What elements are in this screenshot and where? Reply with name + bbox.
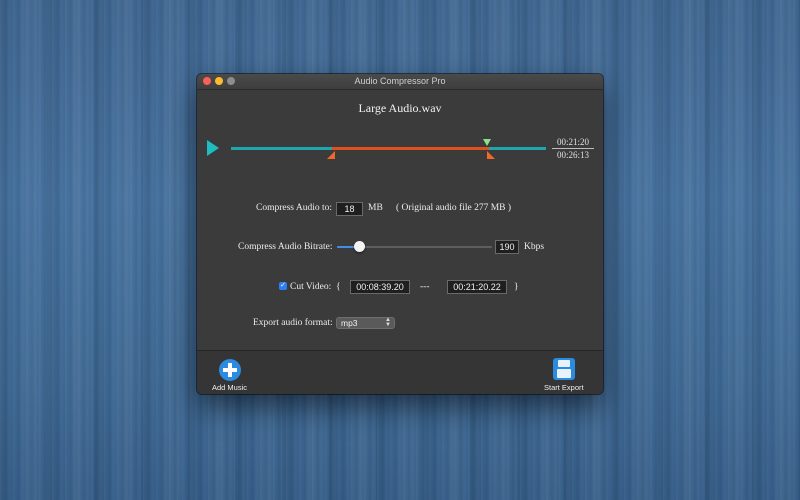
compress-size-unit: MB [368, 203, 383, 213]
cut-separator: --- [420, 282, 430, 292]
timeline-selection [332, 147, 489, 150]
bitrate-slider-knob[interactable] [354, 241, 365, 252]
app-window: Audio Compressor Pro Large Audio.wav 00:… [197, 74, 603, 394]
export-format-value: mp3 [341, 318, 358, 328]
trim-end-handle[interactable] [487, 151, 495, 159]
playhead-marker-icon[interactable] [482, 139, 492, 147]
title-bar: Audio Compressor Pro [197, 74, 603, 90]
open-brace: { [336, 282, 341, 292]
compress-size-label: Compress Audio to: [256, 203, 333, 213]
file-name: Large Audio.wav [358, 101, 442, 115]
footer-toolbar: Add Music Start Export [197, 350, 603, 394]
cut-end-input[interactable]: 00:21:20.22 [447, 280, 507, 294]
compress-size-input[interactable]: 18 [336, 202, 363, 216]
export-format-label: Export audio format: [253, 318, 333, 328]
cut-start-input[interactable]: 00:08:39.20 [350, 280, 410, 294]
start-export-icon[interactable] [553, 358, 575, 380]
window-title: Audio Compressor Pro [354, 76, 446, 86]
select-arrows-icon: ▲ ▼ [385, 317, 391, 328]
add-music-icon[interactable] [219, 359, 241, 381]
cut-video-label: Cut Video: [290, 282, 332, 292]
trim-start-handle[interactable] [327, 151, 335, 159]
bitrate-unit: Kbps [524, 242, 545, 252]
bitrate-label: Compress Audio Bitrate: [238, 242, 333, 252]
add-music-label[interactable]: Add Music [212, 383, 247, 392]
start-export-label[interactable]: Start Export [544, 383, 584, 392]
current-time: 00:21:20 [552, 137, 594, 149]
close-brace: } [514, 282, 519, 292]
original-size-note: ( Original audio file 277 MB ) [396, 203, 512, 213]
export-format-select[interactable]: mp3 ▲ ▼ [336, 317, 395, 329]
total-time: 00:26:13 [556, 150, 589, 160]
cut-video-checkbox[interactable]: ✓ [279, 282, 287, 290]
bitrate-input[interactable]: 190 [495, 240, 519, 254]
play-icon[interactable] [207, 140, 219, 156]
